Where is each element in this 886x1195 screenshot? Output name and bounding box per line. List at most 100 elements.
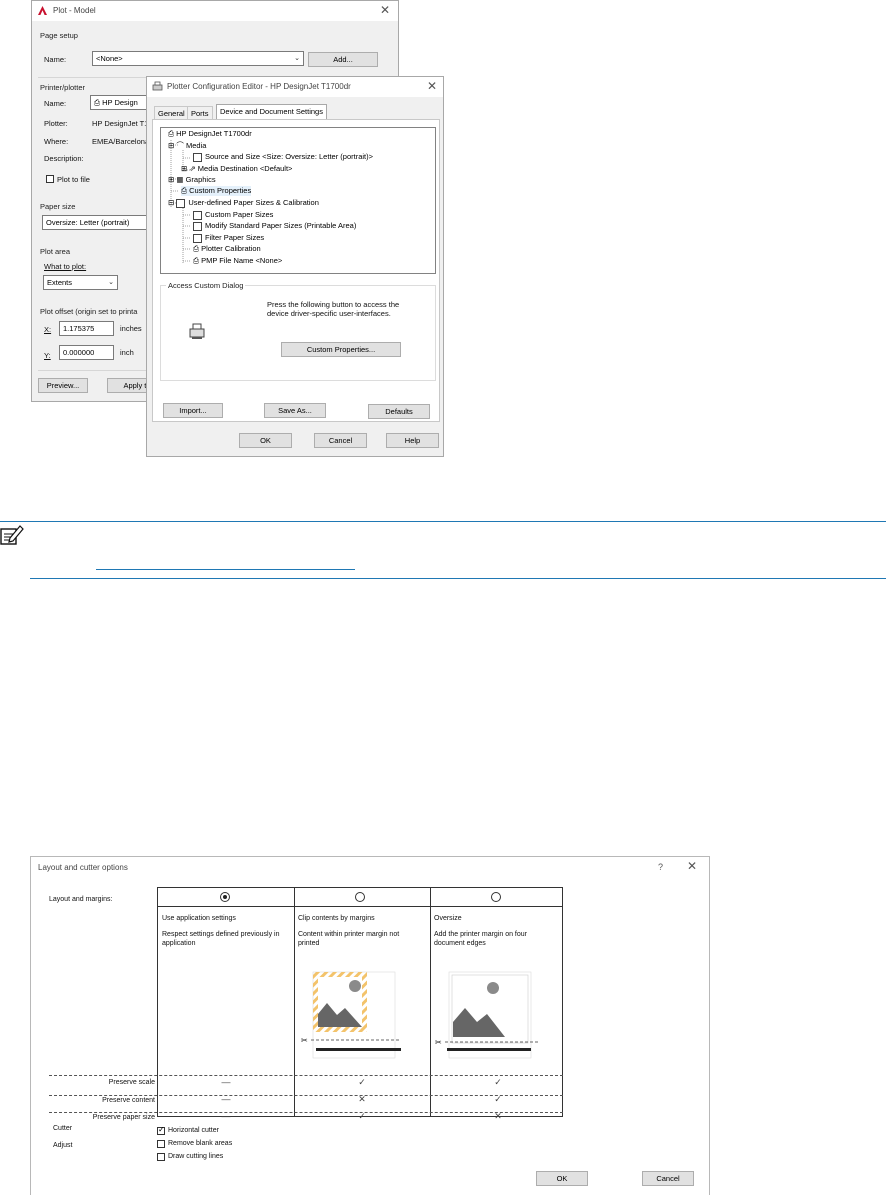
what-to-plot-value: Extents [47,278,73,287]
col-heading-oversize: Oversize [434,915,462,922]
plot-to-file-checkbox[interactable] [46,175,54,183]
tree-custom-properties-label: Custom Properties [189,186,252,195]
tree-custom-paper-sizes[interactable]: Custom Paper Sizes [193,210,273,220]
col-desc-app-settings: Respect settings defined previously in a… [162,931,280,947]
tree-media-destination[interactable]: ⊞ ⇗ Media Destination <Default> [181,164,292,173]
preserve-paper-size-label: Preserve paper size [92,1114,155,1121]
collapse-icon: ⊟ [168,198,175,207]
note-link-underline[interactable] [96,569,355,570]
tree-modify-standard-label: Modify Standard Paper Sizes (Printable A… [205,221,357,230]
tree-modify-standard[interactable]: Modify Standard Paper Sizes (Printable A… [193,221,356,231]
plotter-icon [152,81,163,91]
chevron-down-icon: ⌄ [108,279,114,286]
layout-ok-button[interactable]: OK [536,1171,588,1186]
autocad-logo-icon [38,6,47,15]
access-text-line-2: device driver-specific user-interfaces. [267,309,391,318]
paper-size-group: Paper size [40,202,76,211]
col-desc-clip-contents: Content within printer margin not printe… [298,931,400,947]
draw-cutting-checkbox[interactable] [157,1153,165,1161]
close-icon[interactable]: ✕ [380,3,390,17]
graphics-icon: ▦ [176,175,184,184]
access-custom-dialog-group: Access Custom Dialog Press the following… [160,281,436,381]
tree-graphics[interactable]: ⊞ ▦ Graphics [168,175,216,184]
layout-cutter-dialog: Layout and cutter options ? ✕ Layout and… [30,856,710,1195]
tree-custom-properties[interactable]: ⎙ Custom Properties [181,186,252,196]
what-to-plot-label: What to plot: [44,262,87,271]
col-heading-clip-contents: Clip contents by margins [298,915,375,922]
paper-size-dropdown[interactable]: Oversize: Letter (portrait) [42,215,150,230]
tree-root[interactable]: ⎙ HP DesignJet T1700dr [168,129,252,139]
tree-plotter-calibration-label: Plotter Calibration [201,244,261,253]
note-icon [0,525,24,545]
tree-plotter-calibration[interactable]: ⎙ Plotter Calibration [193,244,261,254]
printer-name-label: Name: [44,99,67,108]
page-setup-name-dropdown[interactable]: <None> ⌄ [92,51,304,66]
tab-general[interactable]: General [154,106,189,120]
access-custom-dialog-label: Access Custom Dialog [166,281,246,290]
expand-icon: ⊞ [168,175,175,184]
defaults-button[interactable]: Defaults [368,404,430,419]
tree-pmp-file[interactable]: ⎙ PMP File Name <None> [193,256,282,266]
printer-name-dropdown[interactable]: ⎙ HP Design [90,95,150,110]
oversize-radio[interactable] [491,892,501,902]
note-top-rule [0,521,886,522]
help-button[interactable]: Help [386,433,439,448]
preview-button[interactable]: Preview... [38,378,88,393]
tree-source-size[interactable]: Source and Size <Size: Oversize: Letter … [193,152,373,162]
preserve-scale-label: Preserve scale [108,1079,155,1086]
tab-ports[interactable]: Ports [187,106,213,120]
plot-model-titlebar: Plot - Model ✕ [32,1,398,21]
tab-device-document-settings[interactable]: Device and Document Settings [216,104,327,120]
expand-icon: ⊞ [181,164,188,173]
adjust-label: Adjust [53,1142,73,1149]
row-separator [49,1095,563,1096]
layout-cancel-button[interactable]: Cancel [642,1171,694,1186]
cancel-button[interactable]: Cancel [314,433,367,448]
pmp-file-icon: ⎙ [193,256,199,265]
collapse-icon: ⊟ [168,141,175,150]
media-icon: ⌒ [176,141,184,150]
layout-dialog-title: Layout and cutter options [38,863,128,872]
cutter-label: Cutter [53,1125,73,1132]
col-heading-app-settings: Use application settings [162,915,236,922]
ok-button[interactable]: OK [239,433,292,448]
calibration-icon: ⎙ [193,244,199,253]
table-header-rule [158,906,562,907]
printer-icon: ⎙ [94,98,103,107]
column-divider [430,888,431,1116]
svg-text:✂: ✂ [301,1036,308,1045]
y-offset-input[interactable]: 0.000000 [59,345,114,360]
tree-user-defined[interactable]: ⊟ User-defined Paper Sizes & Calibration [168,198,319,208]
paper-sizes-icon [176,198,186,208]
remove-blank-label: Remove blank areas [168,1140,233,1147]
import-button[interactable]: Import... [163,403,223,418]
tree-media[interactable]: ⊟ ⌒ Media [168,140,206,151]
device-driver-icon [189,323,205,339]
tree-filter-paper[interactable]: Filter Paper Sizes [193,233,264,243]
use-app-settings-radio[interactable] [220,892,230,902]
add-button[interactable]: Add... [308,52,378,67]
plotter-value: HP DesignJet T1 [92,119,149,128]
settings-tree: ⎙ HP DesignJet T1700dr ⊟ ⌒ Media Source … [160,127,436,274]
tree-graphics-label: Graphics [185,175,216,184]
document-icon [193,221,202,231]
document-icon [193,210,202,220]
layout-margins-label: Layout and margins: [49,896,113,903]
clip-contents-radio[interactable] [355,892,365,902]
horizontal-cutter-checkbox[interactable]: ✓ [157,1125,165,1135]
save-as-button[interactable]: Save As... [264,403,326,418]
col-desc-oversize: Add the printer margin on four document … [434,931,527,947]
tree-media-label: Media [185,141,207,150]
close-icon[interactable]: ✕ [427,79,437,93]
plot-area-group: Plot area [40,247,71,256]
what-to-plot-dropdown[interactable]: Extents ⌄ [43,275,118,290]
help-icon[interactable]: ? [658,862,663,872]
media-destination-icon: ⇗ [189,164,196,173]
remove-blank-checkbox[interactable] [157,1140,165,1148]
tree-custom-paper-sizes-label: Custom Paper Sizes [205,210,274,219]
page-setup-name-value: <None> [96,54,123,63]
close-icon[interactable]: ✕ [687,859,697,873]
x-unit: inches [120,324,142,333]
custom-properties-button[interactable]: Custom Properties... [281,342,401,357]
x-offset-input[interactable]: 1.175375 [59,321,114,336]
